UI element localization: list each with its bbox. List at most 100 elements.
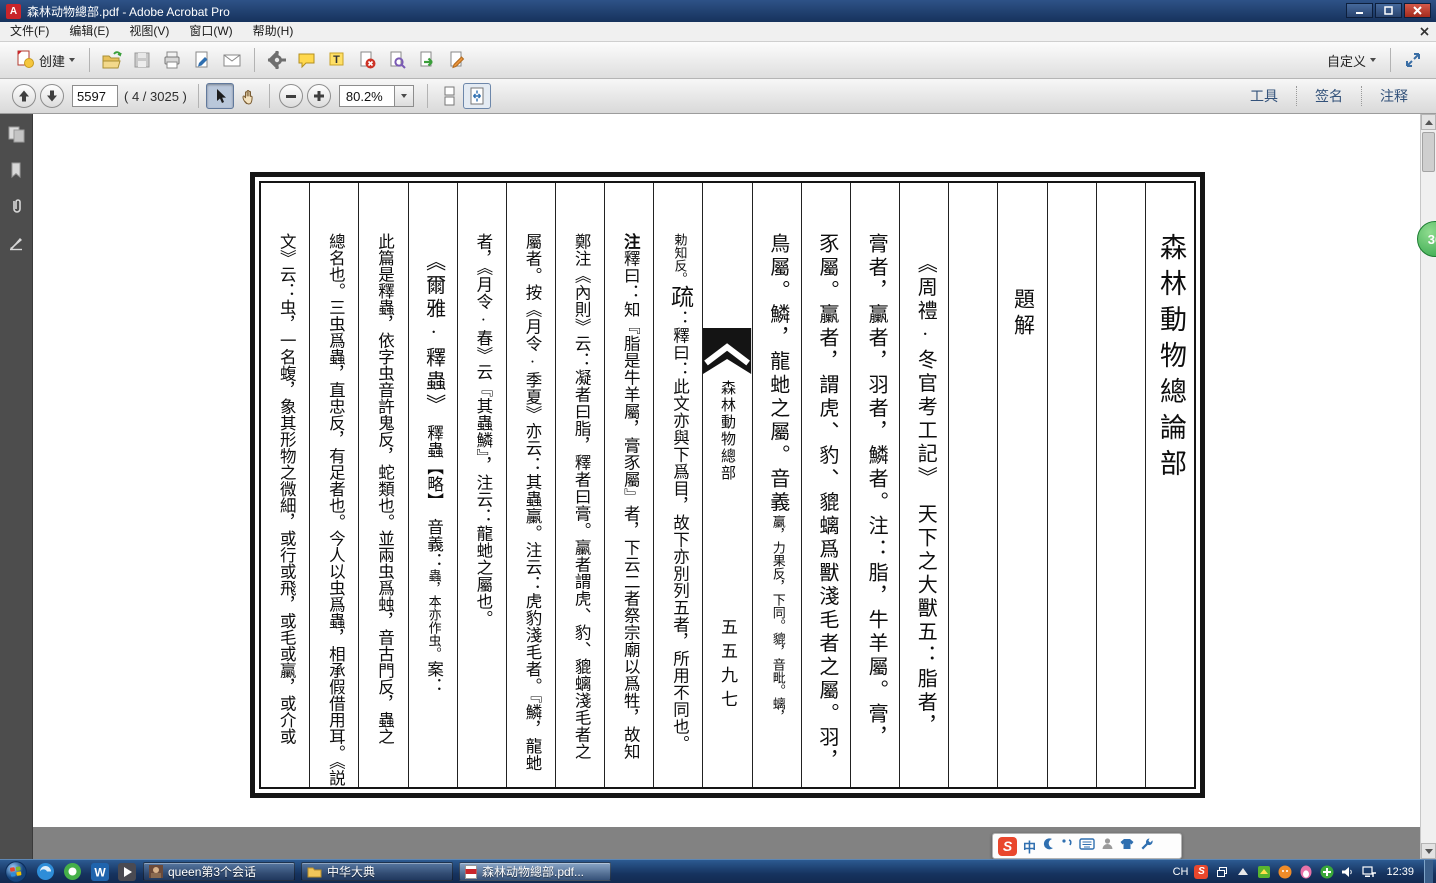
wps-icon[interactable]: W	[89, 861, 110, 882]
taskbar-window-queen[interactable]: queen第3个会话	[143, 862, 295, 881]
browser-icon[interactable]	[35, 861, 56, 882]
page-columns: 森林動物總論部題解《周禮·冬官考工記》 天下之大獸五：脂者，膏者，臝者，羽者，鱗…	[259, 181, 1196, 789]
ime-language-icon[interactable]: 中	[1023, 837, 1036, 856]
maximize-button[interactable]	[1375, 3, 1402, 18]
next-page-button[interactable]	[40, 84, 64, 108]
ime-account-icon[interactable]	[1101, 837, 1114, 855]
taskbar-window-pdf[interactable]: 森林动物總部.pdf...	[459, 862, 611, 881]
menu-item[interactable]: 编辑(E)	[59, 22, 119, 41]
system-tray: CH S 12:39	[1173, 860, 1436, 883]
tray-sogou-icon[interactable]: S	[1194, 865, 1208, 879]
create-label: 创建	[39, 51, 65, 70]
volume-icon[interactable]	[1340, 864, 1355, 879]
zoom-level-dropdown[interactable]	[395, 85, 414, 107]
tray-antivirus-icon[interactable]	[1319, 864, 1334, 879]
tray-qq-icon[interactable]	[1298, 864, 1313, 879]
delete-pages-button[interactable]	[352, 46, 382, 74]
menu-item[interactable]: 视图(V)	[119, 22, 179, 41]
gear-icon[interactable]	[262, 46, 292, 74]
text-run: 者，《月令·春》云『其蟲鱗』，注云：龍虵之屬也。	[474, 233, 493, 627]
page-column-11: 勅知反。疏：釋曰：此文亦與下爲目，故下亦別列五者，所用不同也。	[653, 183, 702, 787]
zoom-level-value[interactable]: 80.2%	[339, 85, 395, 107]
tray-app1-icon[interactable]	[1256, 864, 1271, 879]
media-player-icon[interactable]	[116, 861, 137, 882]
attachments-paperclip-icon[interactable]	[4, 194, 28, 218]
folder-icon	[307, 866, 322, 878]
ime-settings-wrench-icon[interactable]	[1140, 837, 1153, 855]
panel-tab-工具[interactable]: 工具	[1232, 86, 1296, 106]
browser2-icon[interactable]	[62, 861, 83, 882]
open-button[interactable]	[97, 46, 127, 74]
edit-document-button[interactable]	[442, 46, 472, 74]
signature-pen-icon[interactable]	[4, 230, 28, 254]
scrolling-mode-button[interactable]	[435, 83, 463, 109]
tray-app2-icon[interactable]	[1277, 864, 1292, 879]
tray-restore-window-icon[interactable]	[1214, 864, 1229, 879]
select-tool-button[interactable]	[206, 83, 234, 109]
bookmarks-icon[interactable]	[4, 158, 28, 182]
title-bar: A 森林动物總部.pdf - Adobe Acrobat Pro	[0, 0, 1436, 22]
page-column-17: 此篇是釋蟲，依字虫音許鬼反，蛇類也。並兩虫爲䖵，音古門反，蟲之	[358, 183, 407, 787]
text-run: 鳥屬。鱗，龍虵之屬。音義	[767, 233, 789, 515]
page-column-18: 總名也。三虫爲蟲，直忠反，有足者也。今人以虫爲蟲，相承假借用耳。《説	[309, 183, 358, 787]
print-button[interactable]	[157, 46, 187, 74]
panel-tab-签名[interactable]: 签名	[1296, 86, 1361, 106]
scanned-page-frame: 森林動物總論部題解《周禮·冬官考工記》 天下之大獸五：脂者，膏者，臝者，羽者，鱗…	[250, 172, 1205, 798]
page-column-5	[948, 183, 997, 787]
show-desktop-button[interactable]	[1424, 860, 1433, 883]
ime-toolbar: S 中	[992, 833, 1182, 859]
scrollbar-thumb[interactable]	[1422, 132, 1435, 172]
create-button[interactable]: 创建	[8, 46, 82, 74]
start-button[interactable]	[5, 861, 27, 883]
page-column-4: 題解	[997, 183, 1046, 787]
taskbar-window-folder[interactable]: 中华大典	[301, 862, 453, 881]
email-button[interactable]	[217, 46, 247, 74]
search-pages-button[interactable]	[382, 46, 412, 74]
ime-soft-keyboard-icon[interactable]	[1079, 837, 1095, 855]
ime-skin-shirt-icon[interactable]	[1120, 837, 1134, 855]
scroll-up-button[interactable]	[1421, 114, 1436, 130]
tray-show-hidden-icons[interactable]	[1235, 864, 1250, 879]
menubar-close-icon[interactable]	[1420, 25, 1429, 39]
text-run: 鄭注《內則》云：凝者曰脂，釋者曰膏。臝者謂虎、豹、貔螭淺毛者之	[572, 233, 591, 760]
expand-window-icon[interactable]	[1398, 46, 1428, 74]
page-thumbnails-icon[interactable]	[4, 122, 28, 146]
previous-page-button[interactable]	[12, 84, 36, 108]
panel-tabs: 工具签名注释	[1232, 86, 1426, 106]
menu-bar: 文件(F)编辑(E)视图(V)窗口(W)帮助(H)	[0, 22, 1436, 42]
highlight-text-button[interactable]: T	[322, 46, 352, 74]
fold-book-title: 森林動物總部	[717, 380, 738, 482]
menu-item[interactable]: 窗口(W)	[179, 22, 242, 41]
chevron-down-icon	[1370, 58, 1376, 62]
scroll-down-button[interactable]	[1421, 843, 1436, 859]
panel-tab-注释[interactable]: 注释	[1361, 86, 1426, 106]
text-run: 《爾雅·釋蟲》	[423, 251, 445, 408]
create-pdf-icon	[15, 49, 35, 72]
page-column-3	[1047, 183, 1096, 787]
hand-tool-button[interactable]	[234, 83, 262, 109]
document-pane[interactable]: 森林動物總論部題解《周禮·冬官考工記》 天下之大獸五：脂者，膏者，臝者，羽者，鱗…	[33, 114, 1420, 859]
minimize-button[interactable]	[1346, 3, 1373, 18]
menu-item[interactable]: 帮助(H)	[243, 22, 304, 41]
comment-button[interactable]	[292, 46, 322, 74]
fit-page-button[interactable]	[463, 83, 491, 109]
menu-item[interactable]: 文件(F)	[0, 22, 59, 41]
text-run: 《周禮·冬官考工記》 天下之大獸五：脂者，	[914, 253, 936, 739]
zoom-out-button[interactable]	[279, 84, 303, 108]
network-icon[interactable]	[1361, 864, 1376, 879]
page-column-13: 鄭注《內則》云：凝者曰脂，釋者曰膏。臝者謂虎、豹、貔螭淺毛者之	[555, 183, 604, 787]
text-run: 總名也。三虫爲蟲，直忠反，有足者也。今人以虫爲蟲，相承假借用耳。《説	[326, 233, 345, 786]
save-button[interactable]	[127, 46, 157, 74]
zoom-in-button[interactable]	[307, 84, 331, 108]
sign-button[interactable]	[187, 46, 217, 74]
export-button[interactable]	[412, 46, 442, 74]
ime-fullhalf-moon-icon[interactable]	[1042, 837, 1055, 855]
ime-punctuation-icon[interactable]	[1061, 837, 1073, 855]
customize-button[interactable]: 自定义	[1320, 46, 1383, 74]
taskbar-clock[interactable]: 12:39	[1386, 866, 1414, 878]
sogou-logo-icon[interactable]: S	[998, 837, 1017, 856]
close-button[interactable]	[1404, 3, 1431, 18]
page-number-input[interactable]	[72, 85, 118, 107]
page-column-9: 鳥屬。鱗，龍虵之屬。音義臝，力果反，下同。貔，音毗。螭，	[752, 183, 801, 787]
tray-language-indicator[interactable]: CH	[1173, 866, 1189, 878]
